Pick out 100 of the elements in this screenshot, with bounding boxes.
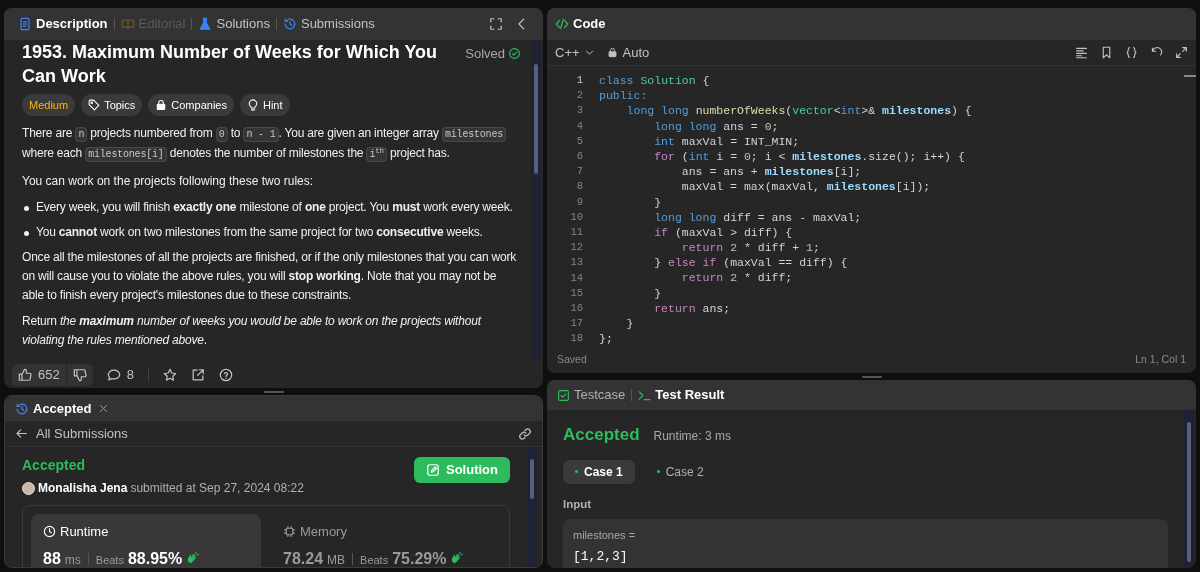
- code-line: if (maxVal > diff) {: [653, 224, 794, 241]
- tab[interactable]: Testcase: [557, 385, 626, 405]
- paragraph: Once all the milestones of all the projects are finished, or if the only milestones that you can work on will cause you to violate the above rules, you will stop working. Note that you may not be able to finish every project's milestones due to these constraints.: [22, 249, 518, 304]
- beats-label: Beats: [95, 552, 124, 567]
- code-line: maxVal = max(maxVal, milestones[i]);: [680, 179, 932, 195]
- runtime-text: Runtime: 3 ms: [653, 428, 731, 445]
- problem-title: 1953. Maximum Number of Weeks for Which You Can Work: [22, 41, 439, 88]
- history-icon: [15, 401, 29, 416]
- history-icon: [282, 17, 297, 31]
- tag-button[interactable]: Companies: [148, 94, 234, 116]
- paragraph: Return the maximum number of weeks you would be able to work on the projects without violating the rules mentioned above.: [22, 313, 483, 349]
- close-icon: [97, 403, 109, 414]
- line-number: 11: [569, 225, 583, 241]
- comments-button[interactable]: 8: [106, 364, 134, 385]
- stat-value: 88: [43, 548, 61, 567]
- submission-time: submitted at Sep 27, 2024 08:22: [130, 480, 304, 497]
- case-tab[interactable]: Case 2: [644, 459, 716, 484]
- code-line: long long numberOfWeeks(vector<int>& milestones) {: [625, 103, 973, 119]
- line-number: 5: [575, 133, 583, 149]
- code-line: long long ans = 0;: [653, 118, 780, 134]
- line-number: 18: [569, 331, 583, 347]
- bullet-icon: [24, 206, 29, 211]
- line-number: 10: [569, 209, 583, 225]
- code-icon: [555, 17, 569, 31]
- book-icon: [120, 17, 135, 31]
- line-number: 7: [575, 164, 583, 180]
- format-icon[interactable]: [1075, 46, 1088, 59]
- tab[interactable]: Test Result: [638, 385, 725, 405]
- line-number: 13: [569, 255, 583, 271]
- beats-value: 75.29%: [392, 548, 447, 567]
- problem-statement: There are n projects numbered from 0 to n - 1 . You are given an integer array milestones where each milestones[i] denotes the number of milestones the i$^{th}$ project has.: [22, 124, 521, 164]
- line-number: 8: [575, 179, 583, 195]
- tab[interactable]: Submissions: [282, 14, 375, 34]
- bookmark-icon[interactable]: [1100, 46, 1113, 59]
- stat-label: Runtime: [60, 523, 109, 541]
- case-tab[interactable]: Case 1: [563, 459, 635, 484]
- line-number: 2: [575, 88, 583, 104]
- submission-status: Accepted: [22, 456, 87, 475]
- tab[interactable]: Accepted: [33, 398, 92, 419]
- code-line: }: [653, 285, 663, 301]
- fullscreen-icon: [489, 17, 503, 31]
- code-line: ans = ans + milestones[i];: [680, 164, 863, 180]
- rule-text: Every week, you will finish exactly one milestone of one project. You must work every week.: [36, 199, 513, 216]
- help-icon: [218, 367, 233, 382]
- clock-icon: [43, 525, 56, 539]
- reset-icon[interactable]: [1150, 46, 1163, 59]
- code-line: int maxVal = INT_MIN;: [653, 133, 801, 149]
- mode-label: Auto: [622, 43, 650, 62]
- arrow-left-icon: [15, 427, 28, 440]
- language-dropdown[interactable]: C++: [555, 42, 595, 63]
- code-line: };: [599, 331, 614, 347]
- line-number: 9: [575, 194, 583, 210]
- comment-icon: [106, 367, 121, 382]
- code-line: }: [625, 316, 635, 332]
- scrollbar[interactable]: [531, 40, 541, 361]
- checkbox-icon: [557, 388, 570, 402]
- stat-tile[interactable]: Memory 78.24 MB Beats 75.29%: [271, 514, 501, 567]
- clapping-hands-icon: [450, 552, 464, 565]
- edit-icon: [426, 463, 440, 477]
- stat-tile[interactable]: Runtime 88 ms Beats 88.95%: [31, 514, 261, 567]
- cursor-position: Ln 1, Col 1: [1135, 352, 1186, 368]
- line-number: 14: [569, 270, 583, 286]
- clapping-hands-icon: [186, 552, 200, 565]
- scrollbar[interactable]: [527, 447, 537, 567]
- avatar-icon: [22, 481, 35, 495]
- star-icon: [162, 367, 177, 382]
- line-number: 4: [575, 118, 583, 134]
- chevron-down-icon: [583, 47, 595, 58]
- param-value: [1,2,3]: [573, 548, 629, 567]
- thumbs-down-icon: [72, 367, 87, 382]
- document-icon: [18, 17, 32, 31]
- code-line: return ans;: [653, 300, 732, 316]
- solved-label: Solved: [465, 45, 505, 63]
- code-line: return 2 * diff + 1;: [680, 240, 821, 256]
- lock-icon: [606, 47, 618, 58]
- param-name: milestones =: [573, 527, 637, 543]
- lock-icon: [155, 99, 168, 111]
- rule-text: You cannot work on two milestones from the same project for two consecutive weeks.: [36, 224, 483, 241]
- scrollbar[interactable]: [1184, 410, 1194, 568]
- back-link[interactable]: All Submissions: [15, 423, 128, 444]
- stat-label: Memory: [300, 523, 347, 541]
- stat-unit: ms: [64, 551, 81, 567]
- code-line: for (int i = 0; i < milestones.size(); i++) {: [653, 148, 966, 165]
- expand-icon[interactable]: [1175, 46, 1188, 59]
- tag-icon: [88, 99, 101, 111]
- panel-title: Code: [573, 15, 606, 34]
- thumbs-up-icon: [18, 367, 32, 382]
- chip-icon: [283, 525, 296, 539]
- difficulty-badge[interactable]: Medium: [22, 94, 76, 116]
- line-number: 17: [569, 316, 583, 332]
- result-status: Accepted: [563, 424, 640, 446]
- tab[interactable]: Description: [18, 14, 108, 34]
- user-name[interactable]: Monalisha Jena: [38, 479, 128, 497]
- tab[interactable]: Solutions: [198, 14, 270, 34]
- code-line: public:: [599, 88, 649, 104]
- tag-button[interactable]: Topics: [81, 94, 143, 116]
- braces-icon[interactable]: [1125, 46, 1138, 59]
- tag-button[interactable]: Hint: [239, 94, 290, 116]
- code-line: return 2 * diff;: [680, 270, 794, 286]
- terminal-icon: [638, 388, 652, 402]
